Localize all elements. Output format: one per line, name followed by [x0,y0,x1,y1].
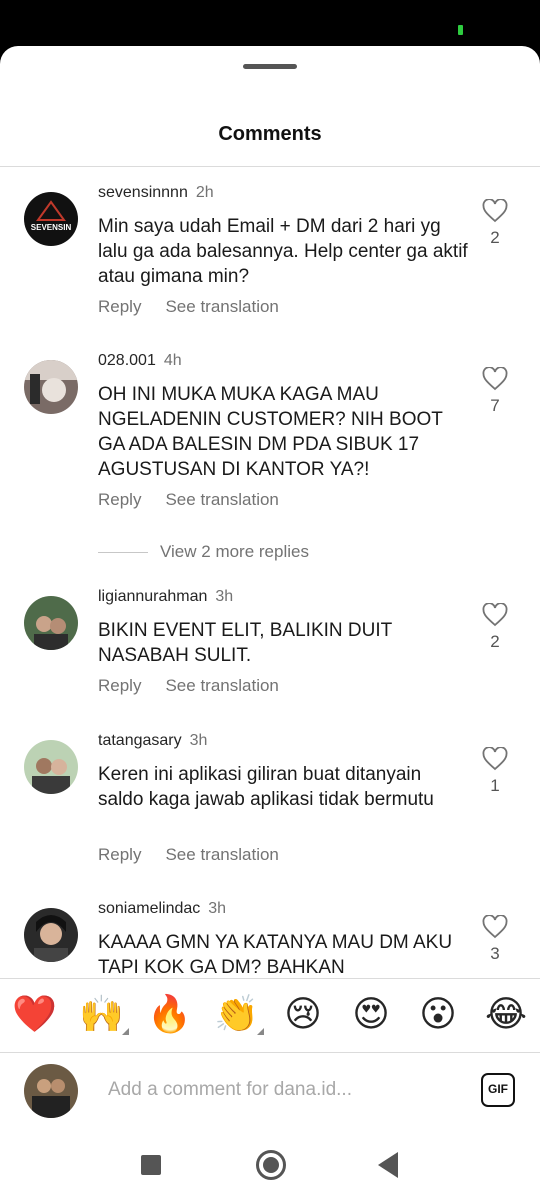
comment-header: ligiannurahman 3h [98,588,233,606]
gif-button[interactable]: GIF [481,1073,515,1107]
like-count: 3 [490,944,500,963]
heart-icon [482,367,508,391]
avatar[interactable]: SEVENSIN [24,192,78,246]
like-button[interactable]: 3 [480,915,510,964]
heart-icon [482,603,508,627]
like-count: 2 [490,632,500,651]
see-translation-button[interactable]: See translation [165,845,278,864]
heart-emoji[interactable]: ❤️ [12,993,57,1037]
like-count: 7 [490,396,500,415]
reply-button[interactable]: Reply [98,297,141,316]
comment-time: 4h [163,352,182,369]
avatar[interactable] [24,360,78,414]
page-title: Comments [218,123,322,145]
view-more-replies-label: View 2 more replies [160,542,309,561]
header-divider [0,166,540,167]
heart-icon [482,199,508,223]
comment-header: sevensinnnn 2h [98,184,214,202]
raising-hands-emoji-glyph: 🙌 [79,994,124,1035]
system-navigation-bar [0,1133,540,1200]
comment-header: soniamelindac 3h [98,900,226,918]
drag-handle[interactable] [243,64,297,69]
comment-username[interactable]: ligiannurahman [98,588,207,605]
avatar[interactable] [24,740,78,794]
comment-time: 3h [215,588,234,605]
comment-header: 028.001 4h [98,352,182,370]
reply-button[interactable]: Reply [98,490,141,509]
comment-time: 2h [195,184,214,201]
comment-text: Keren ini aplikasi giliran buat ditanyai… [98,764,434,810]
fire-emoji[interactable]: 🔥 [147,993,192,1037]
replies-divider-line [98,551,148,553]
comment-actions: Reply See translation [98,676,279,696]
comment-text: KAAAA GMN YA KATANYA MAU DM AKU TAPI KOK… [98,932,453,978]
heart-icon [482,915,508,939]
comment-text: BIKIN EVENT ELIT, BALIKIN DUIT NASABAH S… [98,620,392,666]
like-button[interactable]: 1 [480,747,510,796]
back-icon[interactable] [378,1152,398,1178]
avatar[interactable] [24,596,78,650]
view-more-replies-button[interactable]: View 2 more replies [98,542,309,566]
like-button[interactable]: 7 [480,367,510,416]
reply-button[interactable]: Reply [98,845,141,864]
clapping-emoji-glyph: 👏 [214,994,259,1035]
comment-text: OH INI MUKA MUKA KAGA MAU NGELADENIN CUS… [98,384,443,480]
home-icon[interactable] [256,1150,286,1180]
comment-actions: Reply See translation [98,490,279,510]
comment-username[interactable]: 028.001 [98,352,156,369]
recent-apps-icon[interactable] [141,1155,161,1175]
see-translation-button[interactable]: See translation [165,490,278,509]
comment-actions: Reply See translation [98,845,279,865]
skin-tone-indicator-icon [257,1028,264,1035]
svg-text:SEVENSIN: SEVENSIN [31,223,72,232]
comment-username[interactable]: soniamelindac [98,900,200,917]
heart-eyes-emoji[interactable]: 😍 [349,993,393,1037]
reply-button[interactable]: Reply [98,676,141,695]
like-count: 1 [490,776,500,795]
raising-hands-emoji[interactable]: 🙌 [79,993,129,1037]
see-translation-button[interactable]: See translation [165,297,278,316]
comments-sheet: Comments SEVENSIN sevensinnnn 2h Min saya… [0,46,540,1200]
comment-input[interactable] [108,1079,448,1101]
like-button[interactable]: 2 [480,199,510,248]
avatar[interactable] [24,908,78,962]
like-button[interactable]: 2 [480,603,510,652]
current-user-avatar [24,1064,78,1118]
comment-username[interactable]: sevensinnnn [98,184,188,201]
like-count: 2 [490,228,500,247]
comment-time: 3h [189,732,208,749]
surprised-emoji[interactable]: 😮 [416,993,460,1037]
comment-text: Min saya udah Email + DM dari 2 hari yg … [98,216,468,287]
comment-username[interactable]: tatangasary [98,732,182,749]
clapping-emoji[interactable]: 👏 [214,993,264,1037]
comment-composer: GIF [0,1053,540,1133]
status-bar [0,0,540,46]
comment-time: 3h [208,900,227,917]
battery-icon [458,25,463,35]
tears-of-joy-emoji[interactable]: 😂 [484,993,528,1037]
crying-emoji[interactable]: 😢 [281,993,325,1037]
comment-actions: Reply See translation [98,297,279,317]
see-translation-button[interactable]: See translation [165,676,278,695]
comment-header: tatangasary 3h [98,732,207,750]
heart-icon [482,747,508,771]
emoji-reaction-bar: ❤️ 🙌 🔥 👏 😢 😍 😮 😂 [0,978,540,1053]
skin-tone-indicator-icon [122,1028,129,1035]
